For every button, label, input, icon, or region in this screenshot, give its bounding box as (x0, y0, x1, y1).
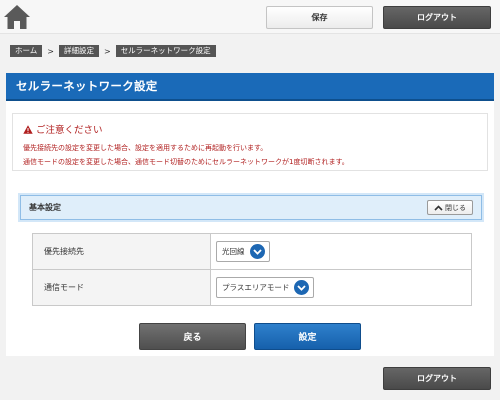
section-header-basic: 基本設定 閉じる (20, 195, 482, 220)
dropdown-toggle[interactable] (249, 244, 265, 259)
top-header: 保存 ログアウト (0, 0, 500, 34)
breadcrumb-advanced[interactable]: 詳細設定 (58, 45, 99, 57)
breadcrumb-home[interactable]: ホーム (10, 45, 43, 57)
select-value: プラスエリアモード (222, 283, 290, 292)
notice-box: ご注意ください 優先接続先の設定を変更した場合、設定を適用するために再起動を行い… (12, 113, 488, 171)
collapse-button[interactable]: 閉じる (427, 200, 473, 215)
dropdown-toggle[interactable] (294, 280, 310, 295)
logout-button-top[interactable]: ログアウト (383, 6, 491, 29)
breadcrumb: ホーム > 詳細設定 > セルラーネットワーク設定 (10, 44, 216, 58)
warning-icon (23, 124, 33, 134)
home-button[interactable] (0, 0, 34, 34)
chevron-up-icon (434, 204, 443, 211)
home-icon (4, 5, 30, 29)
breadcrumb-separator: > (47, 46, 54, 56)
chevron-down-icon (252, 248, 262, 255)
submit-button[interactable]: 設定 (254, 323, 361, 350)
table-row: 通信モード プラスエリアモード (32, 269, 472, 306)
logout-button-bottom[interactable]: ログアウト (383, 367, 491, 390)
page-title: セルラーネットワーク設定 (16, 79, 158, 93)
section-title: 基本設定 (29, 203, 61, 212)
breadcrumb-separator: > (103, 46, 111, 56)
table-row: 優先接続先 光回線 (32, 233, 472, 270)
back-button[interactable]: 戻る (139, 323, 246, 350)
communication-mode-select[interactable]: プラスエリアモード (216, 277, 315, 298)
collapse-label: 閉じる (445, 203, 466, 212)
row-value-cell: プラスエリアモード (210, 269, 472, 306)
page-title-bar: セルラーネットワーク設定 (6, 73, 494, 101)
settings-table: 優先接続先 光回線 通信モード プラスエリアモード (32, 233, 472, 306)
save-button[interactable]: 保存 (266, 6, 373, 29)
notice-line: 優先接続先の設定を変更した場合、設定を適用するために再起動を行います。 (23, 144, 268, 152)
select-value: 光回線 (222, 247, 245, 256)
footer: ログアウト (0, 356, 500, 400)
chevron-down-icon (297, 284, 307, 291)
priority-connection-select[interactable]: 光回線 (216, 241, 270, 262)
breadcrumb-current: セルラーネットワーク設定 (115, 45, 216, 57)
notice-heading-row: ご注意ください (23, 122, 477, 136)
notice-line: 通信モードの設定を変更した場合、通信モード切替のためにセルラーネットワークが1度… (23, 158, 349, 166)
row-value-cell: 光回線 (210, 233, 472, 270)
notice-heading: ご注意ください (36, 125, 103, 136)
content-panel: ご注意ください 優先接続先の設定を変更した場合、設定を適用するために再起動を行い… (6, 101, 494, 356)
row-label: 通信モード (32, 269, 211, 306)
row-label: 優先接続先 (32, 233, 211, 270)
